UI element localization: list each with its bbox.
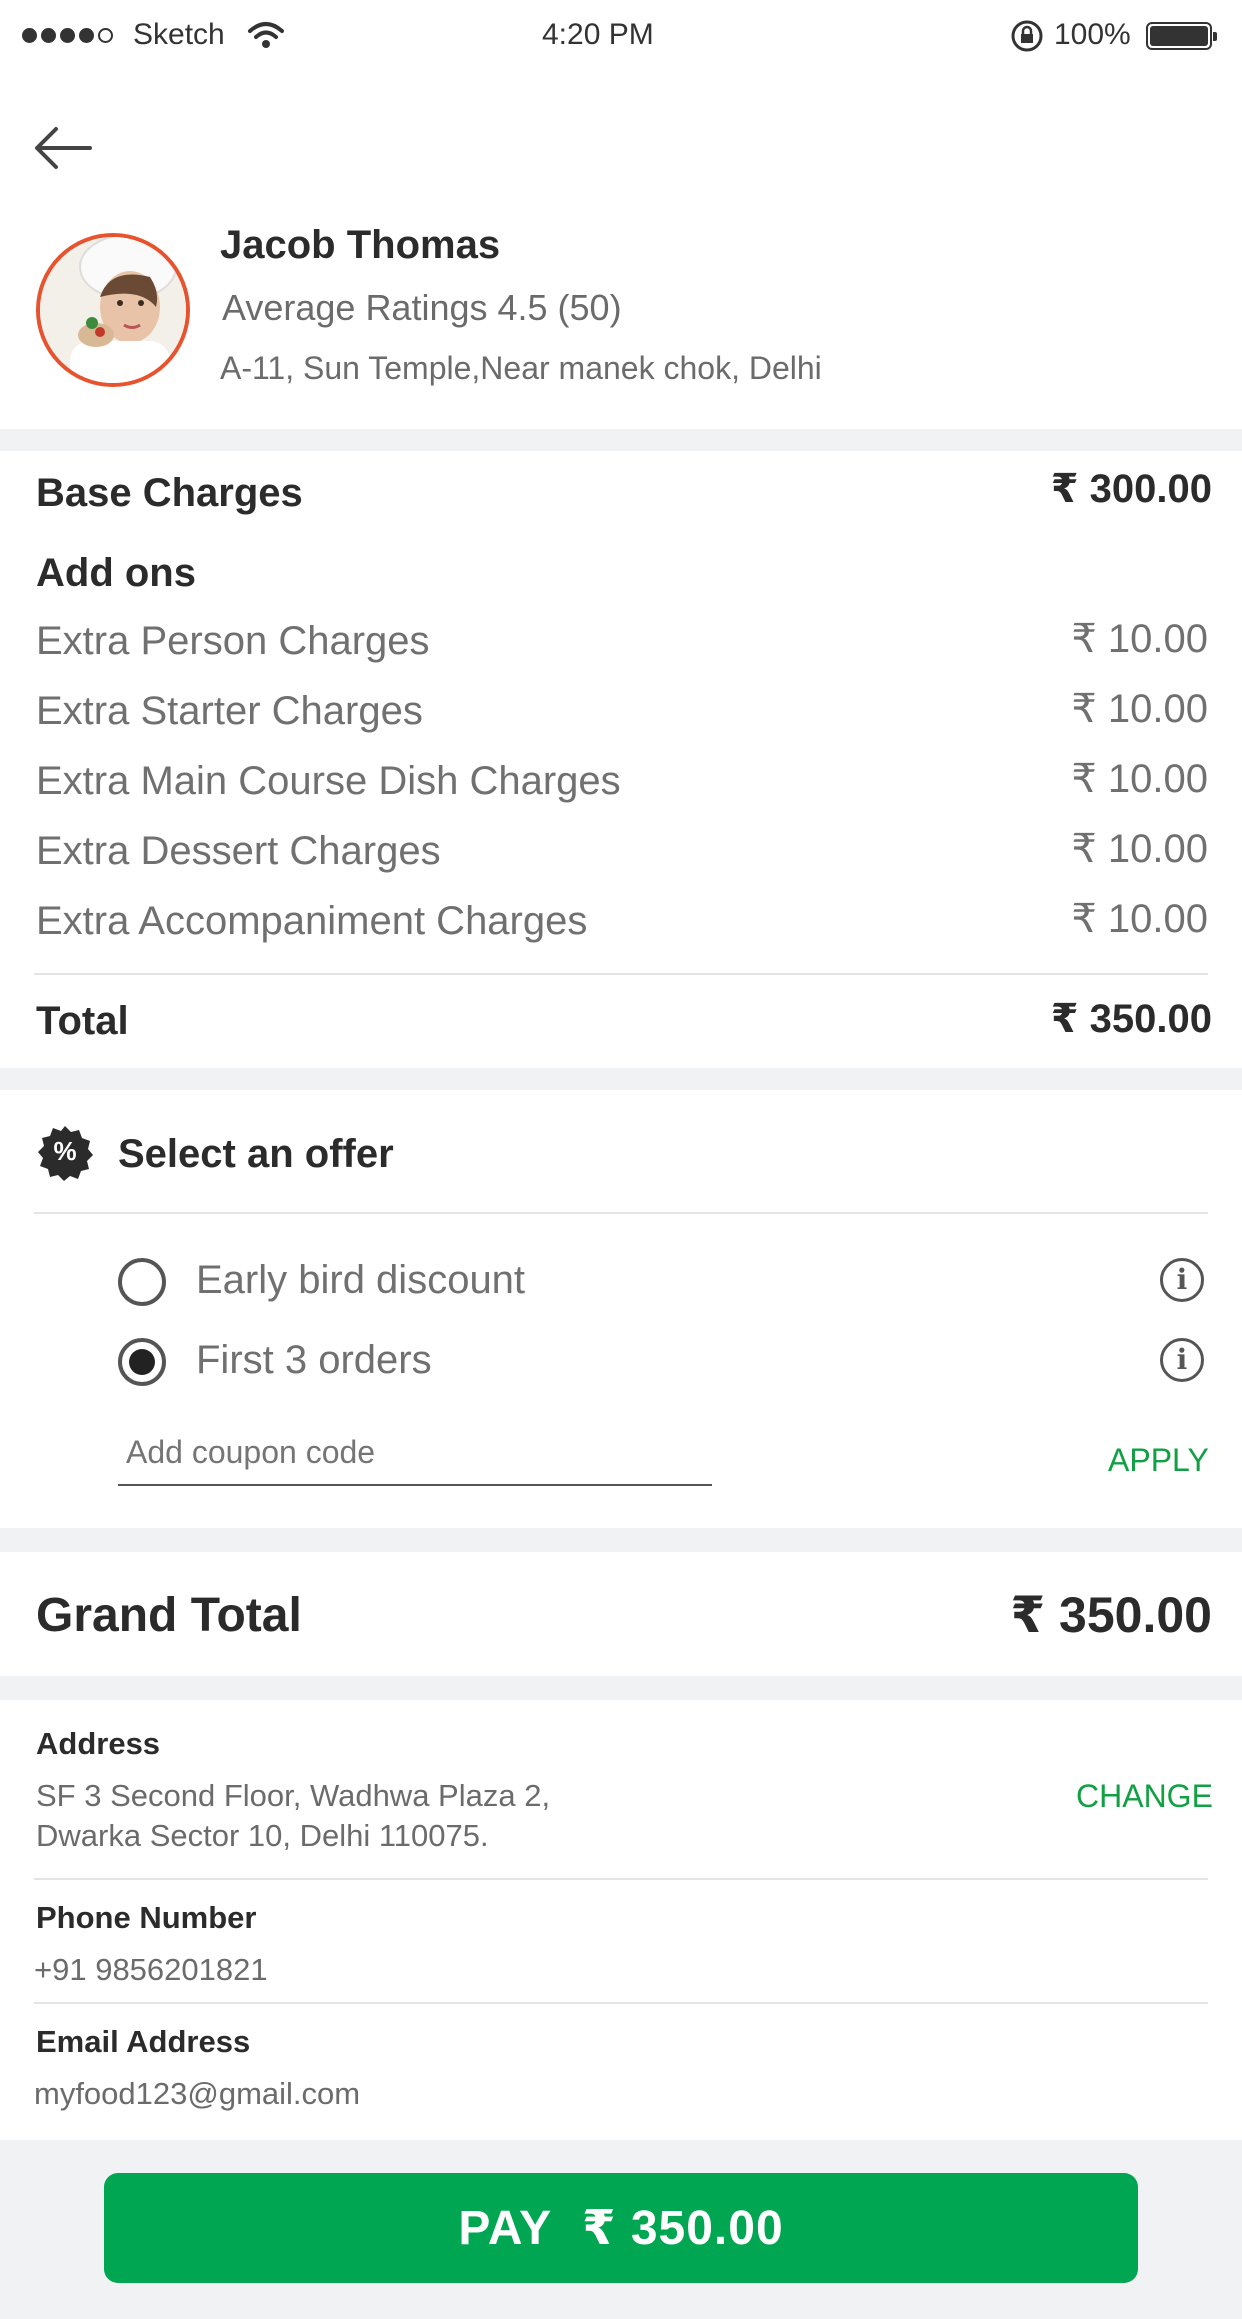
offer-badge-icon: % — [36, 1124, 94, 1182]
back-arrow-icon[interactable] — [34, 125, 92, 171]
contact-section: Address SF 3 Second Floor, Wadhwa Plaza … — [0, 1700, 1242, 2140]
offers-title: Select an offer — [118, 1132, 394, 1176]
address-label: Address — [36, 1726, 161, 1761]
offers-divider — [34, 1212, 1208, 1214]
addon-value: ₹ 10.00 — [1071, 757, 1208, 801]
base-charges-value: ₹ 300.00 — [1050, 467, 1212, 511]
chef-rating: Average Ratings 4.5 (50) — [222, 287, 622, 328]
addon-value: ₹ 10.00 — [1071, 617, 1208, 661]
addon-value: ₹ 10.00 — [1071, 897, 1208, 941]
info-icon[interactable]: i — [1160, 1258, 1204, 1302]
email-label: Email Address — [36, 2024, 251, 2059]
addon-label: Extra Main Course Dish Charges — [36, 759, 621, 803]
charges-section: Base Charges ₹ 300.00 Add ons Extra Pers… — [0, 451, 1242, 1068]
addon-label: Extra Dessert Charges — [36, 829, 441, 873]
grand-total-value: ₹ 350.00 — [1010, 1587, 1212, 1643]
status-bar: Sketch 4:20 PM 100% — [0, 0, 1242, 75]
offers-section: % Select an offer Early bird discount i … — [0, 1090, 1242, 1528]
offer-radio-first-orders[interactable] — [118, 1338, 166, 1386]
chef-name: Jacob Thomas — [220, 223, 501, 267]
phone-label: Phone Number — [36, 1900, 257, 1935]
chef-avatar — [36, 233, 190, 387]
battery-icon — [1146, 22, 1217, 50]
signal-strength-icon — [22, 28, 113, 43]
contact-divider — [34, 1878, 1208, 1880]
rotation-lock-icon — [1011, 20, 1043, 52]
addon-label: Extra Person Charges — [36, 619, 430, 663]
addon-label: Extra Accompaniment Charges — [36, 899, 588, 943]
offer-radio-early-bird[interactable] — [118, 1258, 166, 1306]
total-label: Total — [36, 999, 129, 1043]
pay-button-amount: ₹ 350.00 — [582, 2202, 784, 2255]
email-value: myfood123@gmail.com — [34, 2076, 361, 2111]
coupon-code-input[interactable] — [118, 1420, 712, 1486]
contact-divider — [34, 2002, 1208, 2004]
offer-badge-symbol: % — [53, 1136, 77, 1166]
offer-option-label[interactable]: First 3 orders — [196, 1338, 432, 1383]
info-icon[interactable]: i — [1160, 1338, 1204, 1382]
pay-button-label: PAY — [458, 2201, 553, 2255]
addon-label: Extra Starter Charges — [36, 689, 423, 733]
pay-button[interactable]: PAY ₹ 350.00 — [104, 2173, 1138, 2283]
address-line-1: SF 3 Second Floor, Wadhwa Plaza 2, — [36, 1778, 551, 1813]
change-address-button[interactable]: CHANGE — [1076, 1778, 1213, 1815]
grand-total-label: Grand Total — [36, 1589, 302, 1642]
addon-value: ₹ 10.00 — [1071, 687, 1208, 731]
grand-total-section: Grand Total ₹ 350.00 — [0, 1552, 1242, 1676]
chef-address: A-11, Sun Temple,Near manek chok, Delhi — [220, 350, 822, 386]
status-time: 4:20 PM — [542, 18, 654, 51]
battery-percent: 100% — [1054, 18, 1131, 51]
addons-heading: Add ons — [36, 551, 196, 595]
offer-option-label[interactable]: Early bird discount — [196, 1258, 525, 1303]
wifi-icon — [248, 22, 284, 48]
addon-value: ₹ 10.00 — [1071, 827, 1208, 871]
total-value: ₹ 350.00 — [1050, 997, 1212, 1041]
charges-divider — [34, 973, 1208, 975]
chef-profile-section: Jacob Thomas Average Ratings 4.5 (50) A-… — [0, 75, 1242, 429]
phone-value: +91 9856201821 — [34, 1952, 268, 1987]
apply-coupon-button[interactable]: APPLY — [1108, 1442, 1209, 1479]
base-charges-label: Base Charges — [36, 471, 303, 515]
carrier-name: Sketch — [133, 18, 225, 51]
address-line-2: Dwarka Sector 10, Delhi 110075. — [36, 1818, 489, 1853]
